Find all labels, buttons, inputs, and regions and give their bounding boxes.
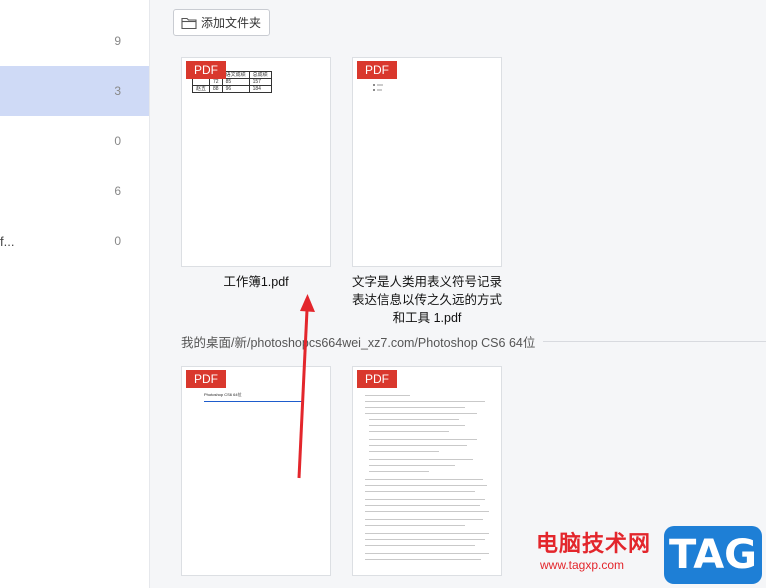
file-browser: 添加文件夹 语文成绩 总成绩 72 85 157 赵五 88 96 184 PD… — [150, 0, 766, 588]
table-cell — [191, 78, 211, 86]
add-folder-label: 添加文件夹 — [201, 16, 262, 30]
sidebar: 9 3 0 6 f... 0 — [0, 0, 150, 588]
sidebar-item-count: 6 — [114, 184, 121, 198]
pdf-card[interactable]: PDF — [352, 366, 502, 576]
pdf-badge: PDF — [357, 370, 397, 388]
table-cell: 总成绩 — [248, 71, 272, 79]
table-cell: 语文成绩 — [221, 71, 250, 79]
table-cell: 184 — [248, 85, 272, 93]
watermark-logo: TAG — [664, 526, 762, 584]
sidebar-item[interactable]: 0 — [0, 116, 149, 166]
sidebar-item-count: 9 — [114, 34, 121, 48]
sidebar-item[interactable]: 9 — [0, 16, 149, 66]
pdf-card[interactable]: PDF — [352, 57, 502, 267]
sidebar-item[interactable]: 6 — [0, 166, 149, 216]
sidebar-item-count: 0 — [114, 134, 121, 148]
sidebar-item-selected[interactable]: 3 — [0, 66, 149, 116]
sidebar-item-count: 0 — [114, 234, 121, 248]
sidebar-item-count: 3 — [114, 84, 121, 98]
sidebar-item[interactable]: f... 0 — [0, 216, 149, 266]
sidebar-item-label: f... — [0, 234, 15, 249]
preview-bullets — [373, 84, 383, 91]
file-name[interactable]: 工作簿1.pdf — [181, 273, 331, 291]
pdf-badge: PDF — [357, 61, 397, 79]
table-cell: 85 — [221, 78, 250, 86]
watermark-text: 电脑技术网 — [536, 532, 652, 557]
watermark: 电脑技术网 www.tagxp.com TAG — [536, 520, 766, 588]
table-cell: 88 — [209, 85, 223, 93]
annotation-arrow — [297, 294, 315, 479]
preview-title-text: Photoshop CS6 64位 — [204, 392, 242, 397]
folder-path: 我的桌面/新/photoshopcs664wei_xz7.com/Photosh… — [181, 335, 536, 350]
table-cell: 72 — [209, 78, 223, 86]
pdf-badge: PDF — [186, 61, 226, 79]
table-cell: 96 — [221, 85, 250, 93]
pdf-badge: PDF — [186, 370, 226, 388]
divider — [543, 340, 766, 342]
folder-path-divider: 我的桌面/新/photoshopcs664wei_xz7.com/Photosh… — [181, 331, 766, 351]
table-cell: 赵五 — [191, 85, 211, 93]
pdf-card[interactable]: 语文成绩 总成绩 72 85 157 赵五 88 96 184 PDF — [181, 57, 331, 267]
folder-icon — [181, 16, 197, 30]
watermark-url: www.tagxp.com — [540, 558, 625, 572]
file-name[interactable]: 文字是人类用表义符号记录表达信息以传之久远的方式和工具 1.pdf — [346, 273, 508, 327]
add-folder-button[interactable]: 添加文件夹 — [173, 9, 270, 36]
table-cell: 157 — [248, 78, 272, 86]
